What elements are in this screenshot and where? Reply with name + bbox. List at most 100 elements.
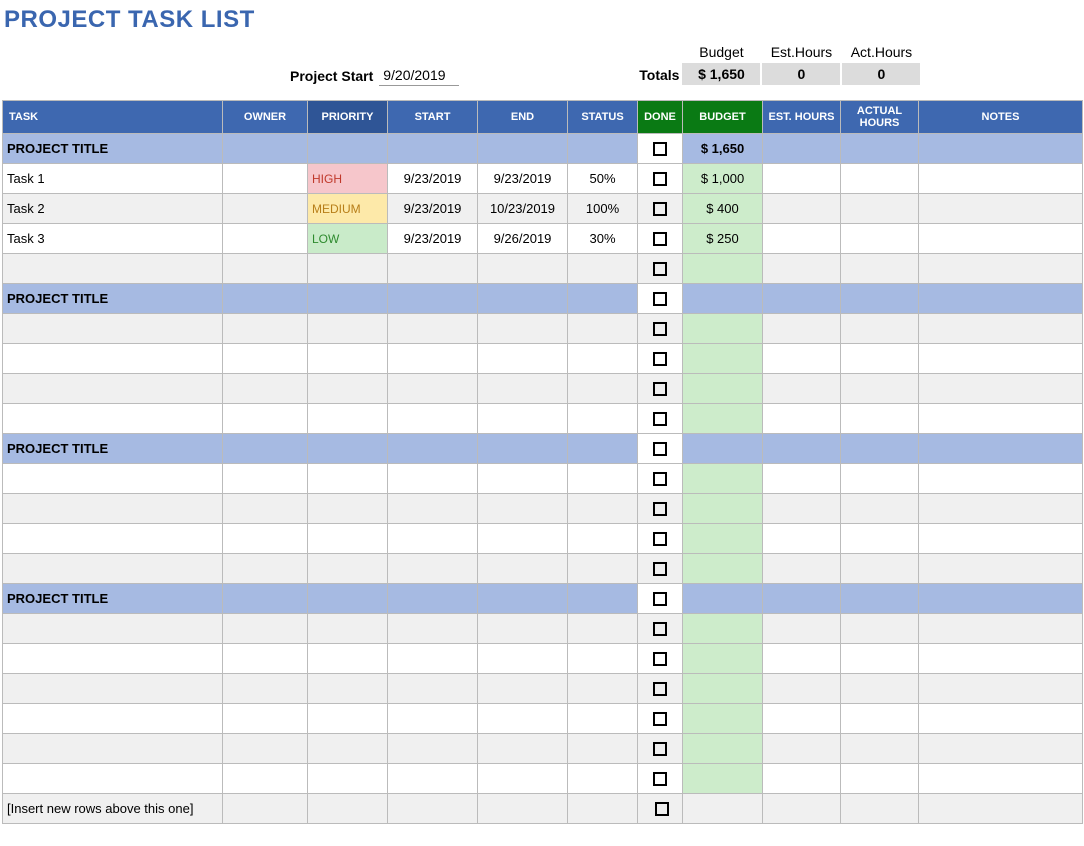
task-cell[interactable] xyxy=(3,344,223,374)
cell[interactable] xyxy=(223,284,308,314)
budget-cell[interactable] xyxy=(683,554,763,584)
start-cell[interactable]: 9/23/2019 xyxy=(388,164,478,194)
owner-cell[interactable] xyxy=(223,644,308,674)
done-cell[interactable] xyxy=(638,434,683,464)
cell[interactable] xyxy=(478,434,568,464)
owner-cell[interactable] xyxy=(223,614,308,644)
checkbox-icon[interactable] xyxy=(653,292,667,306)
done-cell[interactable] xyxy=(638,554,683,584)
cell[interactable] xyxy=(478,134,568,164)
cell[interactable] xyxy=(919,434,1083,464)
owner-cell[interactable] xyxy=(223,494,308,524)
budget-cell[interactable] xyxy=(683,584,763,614)
done-cell[interactable] xyxy=(638,794,683,824)
status-cell[interactable] xyxy=(568,734,638,764)
footer-text[interactable]: [Insert new rows above this one] xyxy=(3,794,223,824)
end-cell[interactable] xyxy=(478,734,568,764)
budget-cell[interactable] xyxy=(683,644,763,674)
priority-cell[interactable] xyxy=(308,554,388,584)
checkbox-icon[interactable] xyxy=(653,532,667,546)
cell[interactable] xyxy=(388,584,478,614)
start-cell[interactable] xyxy=(388,464,478,494)
act-cell[interactable] xyxy=(841,734,919,764)
done-cell[interactable] xyxy=(638,734,683,764)
notes-cell[interactable] xyxy=(919,464,1083,494)
end-cell[interactable] xyxy=(478,644,568,674)
est-cell[interactable] xyxy=(763,194,841,224)
owner-cell[interactable] xyxy=(223,734,308,764)
act-cell[interactable] xyxy=(841,494,919,524)
section-title-cell[interactable]: PROJECT TITLE xyxy=(3,134,223,164)
col-budget[interactable]: BUDGET xyxy=(683,101,763,134)
cell[interactable] xyxy=(308,284,388,314)
task-cell[interactable]: Task 1 xyxy=(3,164,223,194)
col-priority[interactable]: PRIORITY xyxy=(308,101,388,134)
done-cell[interactable] xyxy=(638,224,683,254)
done-cell[interactable] xyxy=(638,524,683,554)
act-cell[interactable] xyxy=(841,344,919,374)
act-cell[interactable] xyxy=(841,254,919,284)
act-cell[interactable] xyxy=(841,674,919,704)
est-cell[interactable] xyxy=(763,344,841,374)
done-cell[interactable] xyxy=(638,404,683,434)
notes-cell[interactable] xyxy=(919,764,1083,794)
end-cell[interactable]: 9/23/2019 xyxy=(478,164,568,194)
task-cell[interactable] xyxy=(3,254,223,284)
cell[interactable] xyxy=(568,794,638,824)
priority-cell[interactable] xyxy=(308,404,388,434)
notes-cell[interactable] xyxy=(919,374,1083,404)
status-cell[interactable] xyxy=(568,704,638,734)
end-cell[interactable] xyxy=(478,254,568,284)
status-cell[interactable] xyxy=(568,764,638,794)
section-title-cell[interactable]: PROJECT TITLE xyxy=(3,284,223,314)
checkbox-icon[interactable] xyxy=(653,622,667,636)
status-cell[interactable]: 30% xyxy=(568,224,638,254)
cell[interactable] xyxy=(478,794,568,824)
cell[interactable] xyxy=(308,434,388,464)
owner-cell[interactable] xyxy=(223,224,308,254)
cell[interactable] xyxy=(223,434,308,464)
status-cell[interactable] xyxy=(568,374,638,404)
done-cell[interactable] xyxy=(638,164,683,194)
notes-cell[interactable] xyxy=(919,254,1083,284)
owner-cell[interactable] xyxy=(223,764,308,794)
notes-cell[interactable] xyxy=(919,524,1083,554)
priority-cell[interactable] xyxy=(308,314,388,344)
col-act[interactable]: ACTUAL HOURS xyxy=(841,101,919,134)
status-cell[interactable] xyxy=(568,404,638,434)
cell[interactable] xyxy=(763,284,841,314)
est-cell[interactable] xyxy=(763,464,841,494)
act-cell[interactable] xyxy=(841,314,919,344)
notes-cell[interactable] xyxy=(919,344,1083,374)
owner-cell[interactable] xyxy=(223,554,308,584)
act-cell[interactable] xyxy=(841,764,919,794)
budget-cell[interactable]: $ 400 xyxy=(683,194,763,224)
est-cell[interactable] xyxy=(763,554,841,584)
checkbox-icon[interactable] xyxy=(653,382,667,396)
budget-cell[interactable] xyxy=(683,344,763,374)
priority-cell[interactable] xyxy=(308,464,388,494)
start-cell[interactable] xyxy=(388,614,478,644)
checkbox-icon[interactable] xyxy=(653,442,667,456)
done-cell[interactable] xyxy=(638,194,683,224)
done-cell[interactable] xyxy=(638,374,683,404)
est-cell[interactable] xyxy=(763,734,841,764)
status-cell[interactable]: 50% xyxy=(568,164,638,194)
notes-cell[interactable] xyxy=(919,704,1083,734)
priority-cell[interactable] xyxy=(308,734,388,764)
owner-cell[interactable] xyxy=(223,464,308,494)
budget-cell[interactable] xyxy=(683,254,763,284)
checkbox-icon[interactable] xyxy=(653,742,667,756)
end-cell[interactable] xyxy=(478,404,568,434)
end-cell[interactable] xyxy=(478,524,568,554)
cell[interactable] xyxy=(568,584,638,614)
col-start[interactable]: START xyxy=(388,101,478,134)
est-cell[interactable] xyxy=(763,494,841,524)
priority-cell[interactable] xyxy=(308,374,388,404)
est-cell[interactable] xyxy=(763,524,841,554)
section-title-cell[interactable]: PROJECT TITLE xyxy=(3,584,223,614)
cell[interactable] xyxy=(223,794,308,824)
col-owner[interactable]: OWNER xyxy=(223,101,308,134)
start-cell[interactable] xyxy=(388,494,478,524)
done-cell[interactable] xyxy=(638,284,683,314)
